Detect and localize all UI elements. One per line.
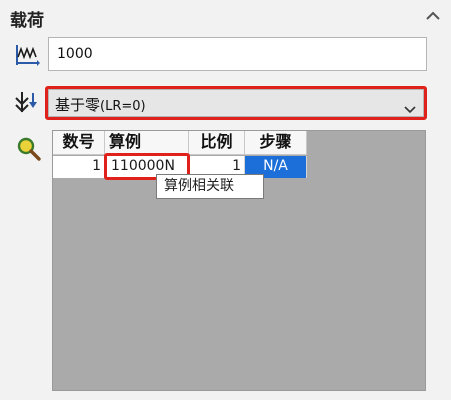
panel-header: 载荷 xyxy=(0,0,451,32)
column-header-case[interactable]: 算例 xyxy=(105,131,189,155)
column-header-step[interactable]: 步骤 xyxy=(245,131,307,155)
force-wave-icon xyxy=(14,42,40,68)
load-case-table[interactable]: 数号 算例 比例 步骤 1 110000N 1 N/A xyxy=(52,130,426,391)
load-value-input[interactable] xyxy=(48,37,427,71)
reference-arrow-icon xyxy=(14,89,40,115)
column-header-number[interactable]: 数号 xyxy=(53,131,105,155)
tooltip: 算例相关联 xyxy=(156,174,264,199)
column-header-ratio[interactable]: 比例 xyxy=(189,131,245,155)
table-header: 数号 算例 比例 步骤 xyxy=(53,131,307,155)
reference-select-value: 基于零(LR=0) xyxy=(55,96,146,114)
panel-title: 载荷 xyxy=(10,11,44,31)
chevron-up-icon[interactable] xyxy=(424,8,442,24)
magnifier-icon xyxy=(16,136,42,162)
chevron-down-icon xyxy=(404,99,416,114)
reference-select[interactable]: 基于零(LR=0) xyxy=(48,89,424,117)
cell-number[interactable]: 1 xyxy=(53,156,105,178)
